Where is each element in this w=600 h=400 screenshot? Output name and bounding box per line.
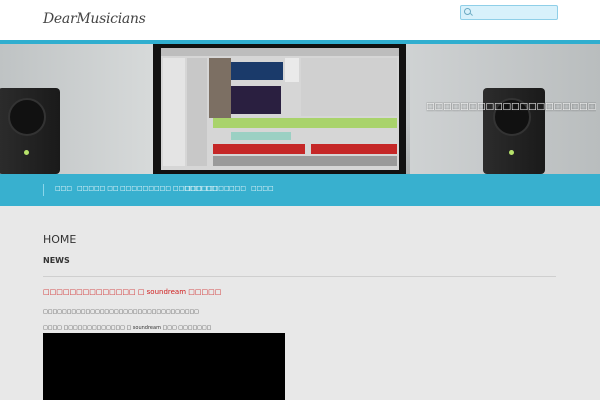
main-content: HOME NEWS □□□□□□□□□□□□□□ □ soundream □□□… [0, 206, 600, 400]
nav-item-7[interactable]: □□□□ [251, 185, 274, 192]
daw-monitor [153, 44, 406, 174]
daw-screen [161, 48, 399, 170]
site-header: DearMusicians [0, 0, 600, 40]
post-excerpt: □□□□□□□□□□□□□□□□□□□□□□□□□□□□□□□□□ [43, 309, 199, 315]
page-title: HOME [43, 233, 77, 246]
nav-item-4[interactable]: □□□ [185, 185, 202, 192]
section-title: NEWS [43, 256, 70, 265]
nav-item-2[interactable]: □□□□□ □□ [77, 185, 119, 192]
main-navigation: □□□ □□□□□ □□ □□□□□□□□□ □□□□□□□□□□ □□□ □□… [0, 174, 600, 206]
divider [43, 276, 556, 277]
post-text: □□□□ □□□□□□□□□□□□□ □ soundream □□□ □□□□□… [43, 325, 212, 331]
search-icon [464, 8, 471, 15]
studio-speaker-right [483, 88, 545, 174]
studio-speaker-left [0, 88, 60, 174]
nav-item-6[interactable]: □□□ [229, 185, 246, 192]
nav-item-1[interactable]: □□□ [55, 185, 72, 192]
nav-separator [43, 184, 44, 196]
embedded-video[interactable] [43, 333, 285, 400]
hero-caption: □□□□□□□□□□□□□□□□□□□□□□□□□□□□ [426, 102, 596, 112]
hero-banner: □□□□□□□□□□□□□□□□□□□□□□□□□□□□ [0, 44, 600, 174]
site-logo[interactable]: DearMusicians [43, 11, 146, 27]
nav-item-5[interactable]: □□ [206, 185, 217, 192]
post-title-link[interactable]: □□□□□□□□□□□□□□ □ soundream □□□□□ [43, 288, 221, 296]
search-input[interactable] [460, 5, 558, 20]
